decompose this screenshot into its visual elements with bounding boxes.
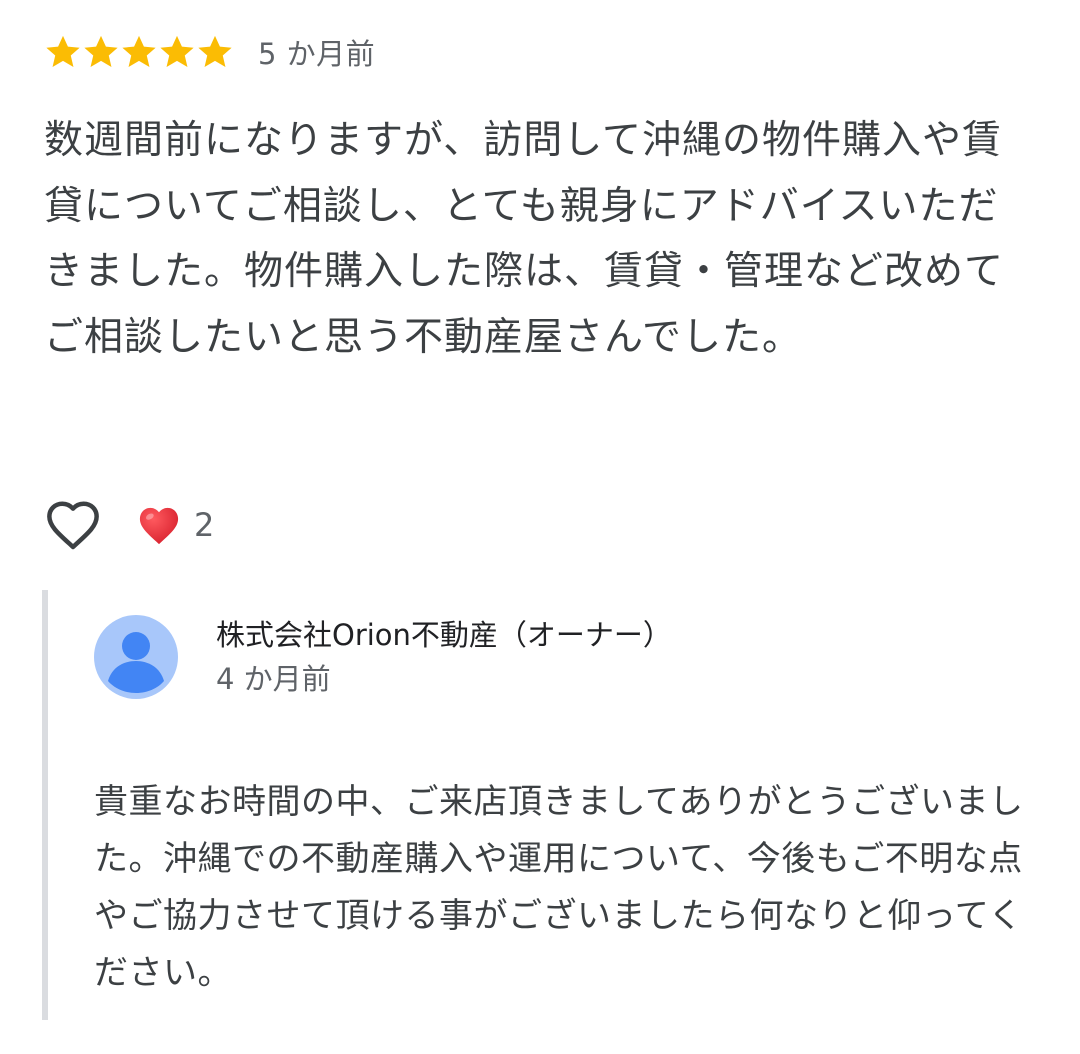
star-icon xyxy=(46,35,80,68)
reply-date: 4 か月前 xyxy=(216,662,331,696)
owner-name[interactable]: 株式会社Orion不動産（オーナー） xyxy=(216,612,672,654)
reaction-summary[interactable]: 2 xyxy=(136,504,214,546)
owner-reply: 株式会社Orion不動産（オーナー） 4 か月前 貴重なお時間の中、ご来店頂きま… xyxy=(42,590,1042,1020)
person-avatar-icon xyxy=(94,615,178,699)
heart-outline-icon xyxy=(47,501,99,550)
review-date: 5 か月前 xyxy=(258,37,376,71)
like-button[interactable] xyxy=(44,496,102,554)
reply-indent-bar xyxy=(42,590,48,1020)
review-text: 数週間前になりますが、訪問して沖縄の物件購入や賃貸についてご相談し、とても親身に… xyxy=(44,118,1005,360)
review-actions: 2 xyxy=(44,495,214,555)
star-rating xyxy=(44,33,234,71)
star-icon xyxy=(198,35,232,68)
reaction-count: 2 xyxy=(194,506,215,544)
star-icon xyxy=(84,35,118,68)
reply-text: 貴重なお時間の中、ご来店頂きましてありがとうございました。沖縄での不動産購入や運… xyxy=(94,782,1024,993)
owner-avatar[interactable] xyxy=(94,615,178,699)
red-heart-emoji-icon xyxy=(139,507,179,545)
star-icon xyxy=(160,35,194,68)
rating-row: 5 か月前 xyxy=(44,30,375,74)
star-icon xyxy=(122,35,156,68)
